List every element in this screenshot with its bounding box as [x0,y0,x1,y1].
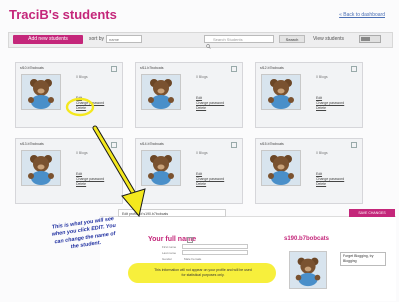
blog-count: 0 Blogs [76,151,88,155]
select-checkbox[interactable] [231,66,237,72]
teddy-bear-avatar [21,74,61,110]
card-actions: Edit Change password Delete [76,172,104,187]
card-actions: Edit Change password Delete [196,96,224,111]
select-checkbox[interactable] [231,142,237,148]
student-card: sf13.b7bobcats 0 Blogs Edit Change passw… [15,138,123,204]
select-checkbox[interactable] [111,142,117,148]
select-checkbox[interactable] [111,66,117,72]
student-username: sf12.b7bobcats [260,66,284,70]
view-toggle[interactable] [359,35,381,43]
student-username: sf15.b7bobcats [260,142,284,146]
select-checkbox[interactable] [351,66,357,72]
teddy-bear-avatar [21,150,61,186]
view-toggle-knob [361,37,370,41]
delete-link[interactable]: Delete [196,182,224,187]
first-name-label: First name [162,245,177,249]
card-actions: Edit Change password Delete [316,96,344,111]
student-card: sf11.b7bobcats 0 Blogs Edit Change passw… [135,62,243,128]
blog-count: 0 Blogs [76,75,88,79]
delete-link[interactable]: Delete [316,182,344,187]
delete-link[interactable]: Delete [76,182,104,187]
delete-link[interactable]: Delete [316,106,344,111]
search-button[interactable]: Search [279,35,305,43]
blog-link-box[interactable]: Forget Blogging, try Blogging [340,252,386,266]
toolbar: Add new students sort by name Search Stu… [8,32,393,49]
delete-link[interactable]: Delete [76,106,104,111]
blog-count: 0 Blogs [196,75,208,79]
student-username: sf10.b7bobcats [20,66,44,70]
teddy-bear-avatar [261,74,301,110]
last-name-field[interactable] [182,250,248,255]
view-students-label: View students [313,36,345,42]
student-username: sf13.b7bobcats [20,142,44,146]
student-card: sf10.b7bobcats 0 Blogs Edit Change passw… [15,62,123,128]
student-card: sf14.b7bobcats 0 Blogs Edit Change passw… [135,138,243,204]
card-actions: Edit Change password Delete [196,172,224,187]
privacy-notice: This information will not appear on your… [128,263,276,283]
sort-label: sort by [89,36,105,42]
student-username: sf14.b7bobcats [140,142,164,146]
teddy-bear-avatar [141,74,181,110]
student-card: sf12.b7bobcats 0 Blogs Edit Change passw… [255,62,363,128]
blog-count: 0 Blogs [316,151,328,155]
full-name-visibility-checkbox[interactable] [187,237,193,243]
gender-options[interactable]: Male Female [184,257,201,261]
gender-label: Gender [162,257,173,261]
card-actions: Edit Change password Delete [316,172,344,187]
student-username-heading: s190.b7bobcats [284,236,330,242]
page-title: TraciB's students [9,7,117,22]
back-to-dashboard-link[interactable]: « Back to dashboard [339,12,385,18]
first-name-field[interactable] [182,244,248,249]
sort-select[interactable]: name [106,35,142,43]
student-username: sf11.b7bobcats [140,66,164,70]
teddy-bear-avatar [289,251,327,289]
last-name-label: Last name [162,251,177,255]
card-actions: Edit Change password Delete [76,96,104,111]
save-changes-button[interactable]: SAVE CHANGES [349,209,395,217]
privacy-notice-line: This information will not appear on your… [154,268,252,272]
teddy-bear-avatar [261,150,301,186]
screenshot-frame: TraciB's students « Back to dashboard Ad… [0,0,399,302]
select-checkbox[interactable] [351,142,357,148]
blog-count: 0 Blogs [196,151,208,155]
privacy-notice-line: for statistical purposes only. [181,273,225,277]
add-new-students-button[interactable]: Add new students [13,35,83,44]
delete-link[interactable]: Delete [196,106,224,111]
search-input[interactable]: Search Students [204,35,274,43]
teddy-bear-avatar [141,150,181,186]
student-card: sf15.b7bobcats 0 Blogs Edit Change passw… [255,138,363,204]
search-icon [206,36,211,49]
blog-count: 0 Blogs [316,75,328,79]
